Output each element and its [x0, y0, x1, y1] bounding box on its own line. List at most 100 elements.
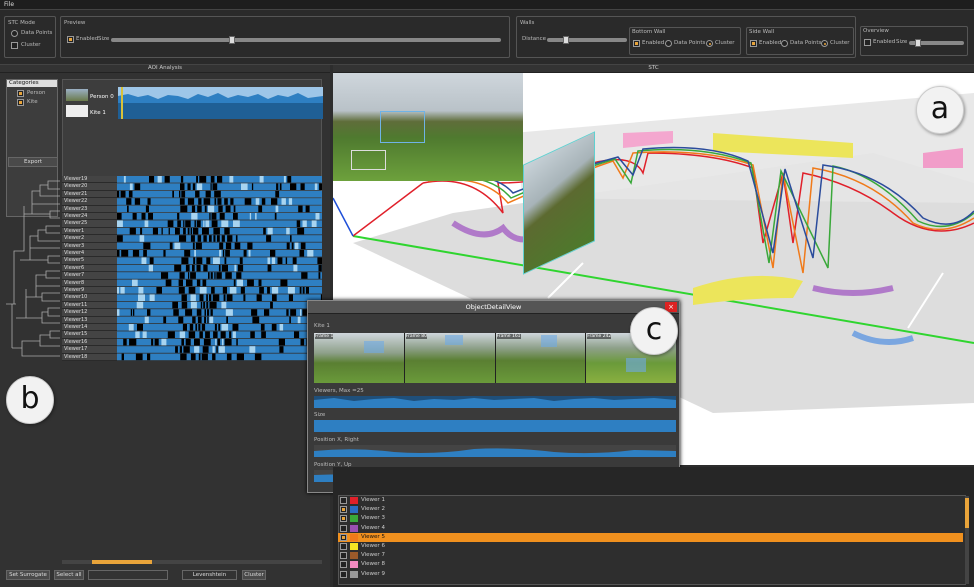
scarf-segment: [181, 338, 184, 346]
slider-knob[interactable]: [563, 36, 569, 44]
viewer-list-item[interactable]: Viewer 2: [338, 505, 963, 514]
metric-select[interactable]: Levenshtein: [182, 570, 237, 580]
distance-slider[interactable]: [547, 36, 627, 44]
scarf-segment: [281, 198, 286, 205]
file-menu[interactable]: File: [4, 1, 14, 8]
scroll-thumb[interactable]: [92, 560, 152, 564]
scarf-segment: [216, 346, 218, 353]
viewer-row-label[interactable]: Viewer23: [62, 205, 117, 213]
scarf-segment: [200, 301, 203, 309]
viewer-list-item[interactable]: Viewer 7: [338, 551, 963, 560]
viewer-checkbox[interactable]: [340, 524, 347, 532]
viewer-list-item[interactable]: Viewer 8: [338, 560, 963, 569]
scarf-segment: [117, 287, 120, 294]
scarf-segment: [249, 346, 256, 353]
viewer-checkbox[interactable]: [340, 533, 347, 541]
viewer-list-item[interactable]: Viewer 3: [338, 514, 963, 523]
viewer-row-label[interactable]: Viewer12: [62, 309, 117, 317]
aoi-thumb-kite: [66, 105, 88, 117]
select-all-button[interactable]: Select all: [54, 570, 84, 580]
person-category-checkbox[interactable]: [17, 90, 24, 97]
stc-mode-group: STC Mode Data Points Cluster: [4, 16, 56, 58]
scroll-thumb[interactable]: [965, 498, 969, 528]
viewer-row-label[interactable]: Viewer13: [62, 316, 117, 324]
viewer-checkbox[interactable]: [340, 552, 347, 560]
bottom-wall-cluster-radio[interactable]: [706, 40, 713, 47]
scarf-segment: [137, 324, 143, 331]
scarf-segment: [127, 205, 129, 213]
viewer-row-label[interactable]: Viewer21: [62, 190, 117, 199]
viewer-checkbox[interactable]: [340, 497, 347, 504]
side-wall-data-points-radio[interactable]: [781, 40, 788, 47]
viewer-list-item[interactable]: Viewer 5: [338, 532, 963, 542]
scarf-segment: [230, 198, 234, 205]
scarf-segment: [270, 250, 276, 257]
viewer-row-label[interactable]: Viewer25: [62, 220, 117, 228]
scarf-segment: [202, 346, 209, 353]
viewer-list-item[interactable]: Viewer 6: [338, 542, 963, 551]
viewer-list-item[interactable]: Viewer 4: [338, 524, 963, 533]
categories-title: Categories: [7, 80, 57, 87]
viewer-row-label[interactable]: Viewer11: [62, 301, 117, 310]
scarf-segment: [213, 235, 216, 242]
preview-title: Preview: [64, 20, 86, 26]
range-start-input[interactable]: [88, 570, 168, 580]
scarf-segment: [288, 198, 293, 205]
scarf-segment: [129, 183, 133, 190]
data-points-radio[interactable]: [11, 30, 18, 37]
viewer-row-label[interactable]: Viewer24: [62, 213, 117, 221]
viewer-row-label[interactable]: Viewer10: [62, 294, 117, 302]
viewer-row-label[interactable]: Viewer15: [62, 331, 117, 339]
viewer-row-label[interactable]: Viewer16: [62, 338, 117, 347]
viewer-checkbox[interactable]: [340, 515, 347, 523]
side-wall-enabled-checkbox[interactable]: [750, 40, 757, 47]
viewer-row-label[interactable]: Viewer3: [62, 242, 117, 250]
viewer-row-label[interactable]: Viewer1: [62, 227, 117, 236]
horizontal-scrollbar[interactable]: [62, 560, 322, 564]
kite-category-checkbox[interactable]: [17, 99, 24, 106]
viewer-row-label[interactable]: Viewer2: [62, 235, 117, 243]
scarf-segment: [187, 183, 191, 190]
viewer-row-label[interactable]: Viewer4: [62, 250, 117, 258]
set-surrogate-button[interactable]: Set Surrogate: [6, 570, 50, 580]
preview-size-slider[interactable]: [111, 36, 501, 44]
vertical-scrollbar[interactable]: [965, 496, 969, 584]
scarf-segment: [149, 294, 155, 301]
viewer-row-label[interactable]: Viewer9: [62, 287, 117, 295]
cluster-checkbox[interactable]: [11, 42, 18, 49]
viewer-checkbox[interactable]: [340, 506, 347, 514]
object-detail-window[interactable]: ObjectDetailView × Kite 1 Frame 1 Frame …: [307, 300, 680, 493]
viewer-list-item[interactable]: Viewer 9: [338, 570, 963, 579]
overview-size-slider[interactable]: [909, 39, 964, 47]
cluster-button[interactable]: Cluster: [242, 570, 266, 580]
viewer-checkbox[interactable]: [340, 543, 347, 550]
viewer-row-label[interactable]: Viewer6: [62, 264, 117, 273]
scarf-segment: [161, 272, 169, 279]
bottom-wall-data-points-radio[interactable]: [665, 40, 672, 47]
scarf-segment: [300, 183, 305, 190]
side-wall-cluster-radio[interactable]: [821, 40, 828, 47]
scarf-segment: [136, 301, 144, 309]
viewer-row-label[interactable]: Viewer8: [62, 279, 117, 287]
scarf-segment: [121, 353, 124, 361]
export-button[interactable]: Export: [8, 157, 58, 167]
viewer-row-label[interactable]: Viewer5: [62, 257, 117, 265]
viewer-list-item[interactable]: Viewer 1: [338, 496, 963, 505]
preview-enabled-checkbox[interactable]: [67, 36, 74, 43]
viewer-row-label[interactable]: Viewer18: [62, 353, 117, 361]
scarf-segment: [144, 220, 149, 227]
bottom-wall-enabled-checkbox[interactable]: [633, 40, 640, 47]
viewer-row-label[interactable]: Viewer20: [62, 183, 117, 191]
scarf-segment: [258, 205, 263, 213]
viewer-row-label[interactable]: Viewer22: [62, 198, 117, 206]
viewer-checkbox[interactable]: [340, 561, 347, 569]
slider-knob[interactable]: [915, 39, 921, 47]
slider-knob[interactable]: [229, 36, 235, 44]
viewer-row-label[interactable]: Viewer19: [62, 176, 117, 184]
viewer-row-label[interactable]: Viewer17: [62, 346, 117, 354]
overview-enabled-checkbox[interactable]: [864, 39, 871, 46]
viewer-row-label[interactable]: Viewer7: [62, 272, 117, 280]
scarf-segment: [190, 301, 197, 309]
viewer-row-label[interactable]: Viewer14: [62, 324, 117, 332]
viewer-checkbox[interactable]: [340, 570, 347, 578]
